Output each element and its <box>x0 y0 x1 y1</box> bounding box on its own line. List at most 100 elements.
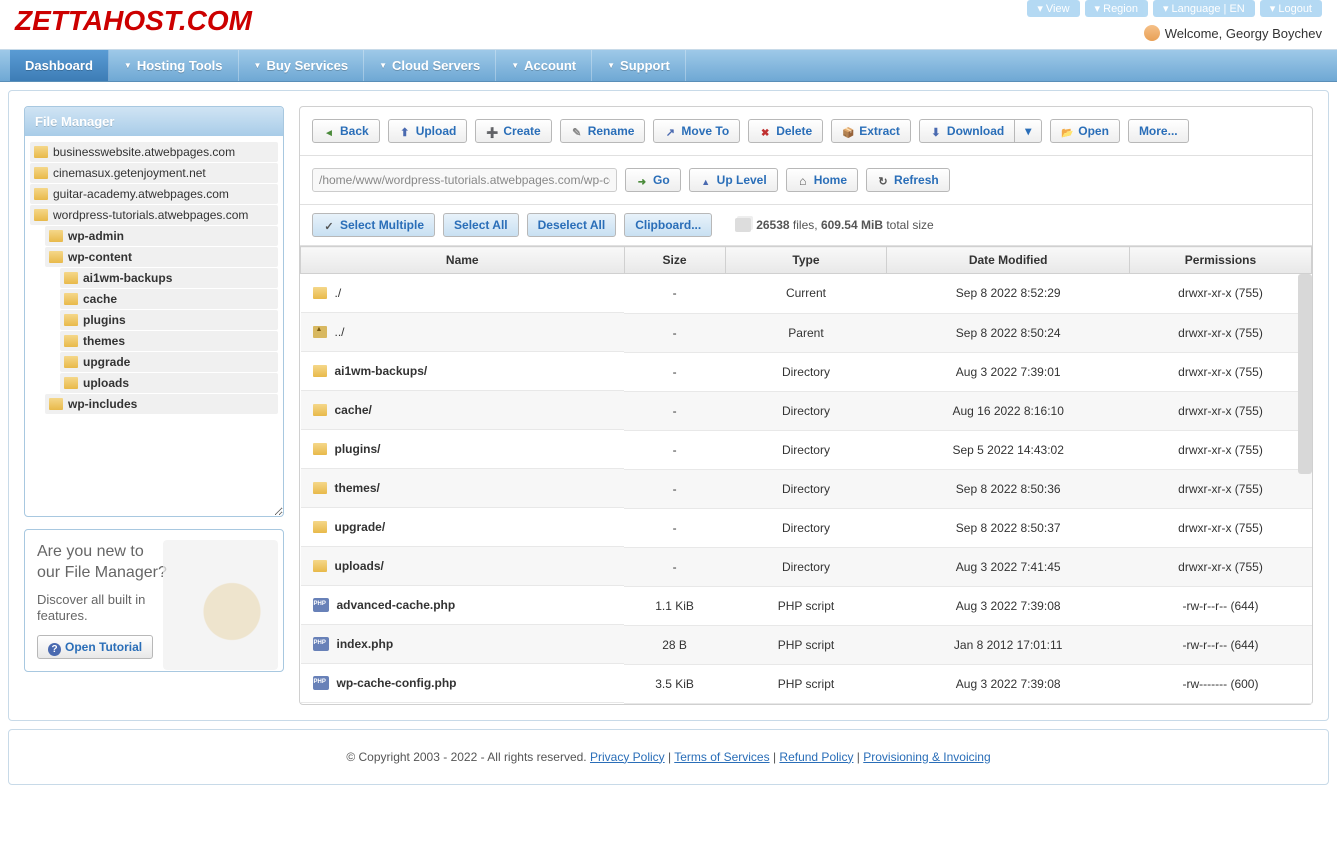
folder-icon <box>313 521 327 533</box>
table-row[interactable]: uploads/-DirectoryAug 3 2022 7:41:45drwx… <box>301 547 1312 586</box>
deselect-all-button[interactable]: Deselect All <box>527 213 617 237</box>
folder-icon <box>49 398 63 410</box>
tree-item[interactable]: themes <box>60 331 278 351</box>
folder-icon <box>64 335 78 347</box>
php-icon <box>313 637 329 651</box>
tree-item[interactable]: businesswebsite.atwebpages.com <box>30 142 278 162</box>
nav-item-dashboard[interactable]: Dashboard <box>10 50 109 81</box>
logo[interactable]: ZETTAHOST.COM <box>15 0 252 42</box>
download-button[interactable]: Download <box>919 119 1015 143</box>
back-icon <box>323 125 335 137</box>
folder-icon <box>64 272 78 284</box>
top-button[interactable]: ▾ Logout <box>1260 0 1322 17</box>
move-button[interactable]: Move To <box>653 119 740 143</box>
download-icon <box>930 125 942 137</box>
up-icon <box>700 174 712 186</box>
column-header[interactable]: Permissions <box>1129 247 1311 274</box>
scrollbar[interactable] <box>1298 274 1312 474</box>
extract-button[interactable]: Extract <box>831 119 911 143</box>
upload-button[interactable]: Upload <box>388 119 468 143</box>
table-row[interactable]: themes/-DirectorySep 8 2022 8:50:36drwxr… <box>301 469 1312 508</box>
table-row[interactable]: plugins/-DirectorySep 5 2022 14:43:02drw… <box>301 430 1312 469</box>
toolbar: Back Upload Create Rename Move To Delete… <box>300 107 1312 156</box>
nav-item-support[interactable]: ▼Support <box>592 50 686 81</box>
main-nav: Dashboard▼Hosting Tools▼Buy Services▼Clo… <box>0 49 1337 82</box>
top-button[interactable]: ▾ Language | EN <box>1153 0 1255 17</box>
delete-icon <box>759 125 771 137</box>
footer: © Copyright 2003 - 2022 - All rights res… <box>8 729 1329 785</box>
footer-link[interactable]: Provisioning & Invoicing <box>863 750 990 764</box>
tree-item[interactable]: plugins <box>60 310 278 330</box>
top-button[interactable]: ▾ Region <box>1085 0 1148 17</box>
folder-icon <box>64 377 78 389</box>
folder-icon <box>313 365 327 377</box>
table-row[interactable]: advanced-cache.php1.1 KiBPHP scriptAug 3… <box>301 586 1312 625</box>
folder-icon <box>64 293 78 305</box>
tree-item[interactable]: wp-content <box>45 247 278 267</box>
file-table: NameSizeTypeDate ModifiedPermissions ./-… <box>300 246 1312 704</box>
footer-link[interactable]: Privacy Policy <box>590 750 665 764</box>
stats: 26538 files, 609.54 MiB total size <box>735 218 934 232</box>
top-button[interactable]: ▾ View <box>1027 0 1079 17</box>
nav-item-buy-services[interactable]: ▼Buy Services <box>239 50 365 81</box>
table-row[interactable]: ../-ParentSep 8 2022 8:50:24drwxr-xr-x (… <box>301 313 1312 352</box>
nav-item-hosting-tools[interactable]: ▼Hosting Tools <box>109 50 239 81</box>
up-level-button[interactable]: Up Level <box>689 168 778 192</box>
folder-icon <box>313 443 327 455</box>
home-icon <box>797 174 809 186</box>
clipboard-button[interactable]: Clipboard... <box>624 213 712 237</box>
column-header[interactable]: Size <box>624 247 725 274</box>
tree-item[interactable]: cache <box>60 289 278 309</box>
go-icon <box>636 174 648 186</box>
select-multiple-button[interactable]: Select Multiple <box>312 213 435 237</box>
folder-icon <box>313 287 327 299</box>
table-row[interactable]: ./-CurrentSep 8 2022 8:52:29drwxr-xr-x (… <box>301 274 1312 314</box>
tree-item[interactable]: wordpress-tutorials.atwebpages.com <box>30 205 278 225</box>
create-button[interactable]: Create <box>475 119 551 143</box>
column-header[interactable]: Date Modified <box>887 247 1130 274</box>
tree-item[interactable]: wp-admin <box>45 226 278 246</box>
nav-item-account[interactable]: ▼Account <box>496 50 592 81</box>
promo-text: Discover all built in features. <box>37 592 167 626</box>
home-button[interactable]: Home <box>786 168 858 192</box>
column-header[interactable]: Name <box>301 247 625 274</box>
rename-button[interactable]: Rename <box>560 119 646 143</box>
folder-icon <box>34 146 48 158</box>
user-icon <box>1144 25 1160 41</box>
footer-link[interactable]: Terms of Services <box>674 750 769 764</box>
more-button[interactable]: More... <box>1128 119 1189 143</box>
table-row[interactable]: index.php28 BPHP scriptJan 8 2012 17:01:… <box>301 625 1312 664</box>
back-button[interactable]: Back <box>312 119 380 143</box>
tree-item[interactable]: upgrade <box>60 352 278 372</box>
table-row[interactable]: cache/-DirectoryAug 16 2022 8:16:10drwxr… <box>301 391 1312 430</box>
tree-item[interactable]: cinemasux.getenjoyment.net <box>30 163 278 183</box>
delete-button[interactable]: Delete <box>748 119 823 143</box>
tree-item[interactable]: wp-includes <box>45 394 278 414</box>
chevron-down-icon: ▼ <box>379 61 387 70</box>
help-icon <box>48 641 60 653</box>
table-row[interactable]: ai1wm-backups/-DirectoryAug 3 2022 7:39:… <box>301 352 1312 391</box>
extract-icon <box>842 125 854 137</box>
footer-link[interactable]: Refund Policy <box>779 750 853 764</box>
select-all-button[interactable]: Select All <box>443 213 519 237</box>
php-icon <box>313 598 329 612</box>
table-row[interactable]: upgrade/-DirectorySep 8 2022 8:50:37drwx… <box>301 508 1312 547</box>
tree-item[interactable]: ai1wm-backups <box>60 268 278 288</box>
folder-icon <box>64 356 78 368</box>
column-header[interactable]: Type <box>725 247 887 274</box>
check-icon <box>323 219 335 231</box>
refresh-button[interactable]: Refresh <box>866 168 950 192</box>
files-icon <box>735 218 751 232</box>
table-row[interactable]: wp-cache-config.php3.5 KiBPHP scriptAug … <box>301 664 1312 703</box>
tree-item[interactable]: uploads <box>60 373 278 393</box>
go-button[interactable]: Go <box>625 168 681 192</box>
path-input[interactable] <box>312 168 617 192</box>
open-tutorial-button[interactable]: Open Tutorial <box>37 635 153 659</box>
open-button[interactable]: Open <box>1050 119 1120 143</box>
pathbar: Go Up Level Home Refresh <box>300 156 1312 205</box>
tree-item[interactable]: guitar-academy.atwebpages.com <box>30 184 278 204</box>
open-icon <box>1061 125 1073 137</box>
welcome-message: Welcome, Georgy Boychev <box>1027 17 1322 49</box>
nav-item-cloud-servers[interactable]: ▼Cloud Servers <box>364 50 496 81</box>
download-dropdown[interactable]: ▾ <box>1014 119 1042 143</box>
